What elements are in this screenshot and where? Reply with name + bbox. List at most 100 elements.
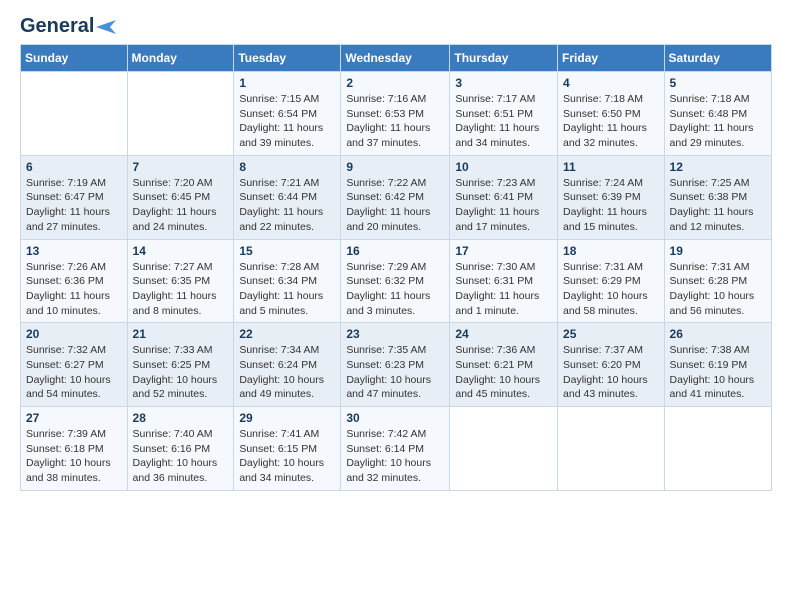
col-header-friday: Friday [558,45,665,72]
day-number: 11 [563,160,659,174]
day-number: 29 [239,411,335,425]
day-cell [450,407,558,491]
day-info: Sunrise: 7:19 AM Sunset: 6:47 PM Dayligh… [26,176,122,235]
col-header-saturday: Saturday [664,45,771,72]
day-number: 21 [133,327,229,341]
day-info: Sunrise: 7:22 AM Sunset: 6:42 PM Dayligh… [346,176,444,235]
day-info: Sunrise: 7:20 AM Sunset: 6:45 PM Dayligh… [133,176,229,235]
day-cell [21,72,128,156]
day-number: 8 [239,160,335,174]
day-cell: 30 Sunrise: 7:42 AM Sunset: 6:14 PM Dayli… [341,407,450,491]
logo-general-text: General [20,15,94,37]
day-cell: 29 Sunrise: 7:41 AM Sunset: 6:15 PM Dayli… [234,407,341,491]
day-number: 15 [239,244,335,258]
day-number: 27 [26,411,122,425]
day-cell: 16 Sunrise: 7:29 AM Sunset: 6:32 PM Dayli… [341,239,450,323]
day-info: Sunrise: 7:26 AM Sunset: 6:36 PM Dayligh… [26,260,122,319]
week-row-5: 27Sunrise: 7:39 AM Sunset: 6:18 PM Dayli… [21,407,772,491]
day-cell: 14Sunrise: 7:27 AM Sunset: 6:35 PM Dayli… [127,239,234,323]
day-number: 10 [455,160,552,174]
day-cell: 12 Sunrise: 7:25 AM Sunset: 6:38 PM Dayli… [664,155,771,239]
day-cell: 1 Sunrise: 7:15 AM Sunset: 6:54 PM Daylig… [234,72,341,156]
day-info: Sunrise: 7:36 AM Sunset: 6:21 PM Dayligh… [455,343,552,402]
day-cell: 18Sunrise: 7:31 AM Sunset: 6:29 PM Dayli… [558,239,665,323]
day-number: 30 [346,411,444,425]
day-number: 4 [563,76,659,90]
page-header: General [20,16,772,36]
day-info: Sunrise: 7:40 AM Sunset: 6:16 PM Dayligh… [133,427,229,486]
day-number: 17 [455,244,552,258]
day-info: Sunrise: 7:42 AM Sunset: 6:14 PM Dayligh… [346,427,444,486]
day-number: 23 [346,327,444,341]
day-info: Sunrise: 7:24 AM Sunset: 6:39 PM Dayligh… [563,176,659,235]
day-cell: 11 Sunrise: 7:24 AM Sunset: 6:39 PM Dayli… [558,155,665,239]
col-header-monday: Monday [127,45,234,72]
day-info: Sunrise: 7:16 AM Sunset: 6:53 PM Dayligh… [346,92,444,151]
day-number: 7 [133,160,229,174]
day-info: Sunrise: 7:17 AM Sunset: 6:51 PM Dayligh… [455,92,552,151]
day-info: Sunrise: 7:25 AM Sunset: 6:38 PM Dayligh… [670,176,766,235]
day-info: Sunrise: 7:27 AM Sunset: 6:35 PM Dayligh… [133,260,229,319]
day-cell: 10Sunrise: 7:23 AM Sunset: 6:41 PM Dayli… [450,155,558,239]
week-row-3: 13 Sunrise: 7:26 AM Sunset: 6:36 PM Dayli… [21,239,772,323]
day-info: Sunrise: 7:15 AM Sunset: 6:54 PM Dayligh… [239,92,335,151]
calendar-header: SundayMondayTuesdayWednesdayThursdayFrid… [21,45,772,72]
day-cell: 24 Sunrise: 7:36 AM Sunset: 6:21 PM Dayli… [450,323,558,407]
day-info: Sunrise: 7:32 AM Sunset: 6:27 PM Dayligh… [26,343,122,402]
day-cell: 21 Sunrise: 7:33 AM Sunset: 6:25 PM Dayli… [127,323,234,407]
day-number: 26 [670,327,766,341]
day-info: Sunrise: 7:31 AM Sunset: 6:29 PM Dayligh… [563,260,659,319]
day-cell: 3Sunrise: 7:17 AM Sunset: 6:51 PM Daylig… [450,72,558,156]
day-cell: 22 Sunrise: 7:34 AM Sunset: 6:24 PM Dayli… [234,323,341,407]
day-info: Sunrise: 7:37 AM Sunset: 6:20 PM Dayligh… [563,343,659,402]
day-number: 19 [670,244,766,258]
day-cell: 27Sunrise: 7:39 AM Sunset: 6:18 PM Dayli… [21,407,128,491]
day-number: 9 [346,160,444,174]
day-info: Sunrise: 7:33 AM Sunset: 6:25 PM Dayligh… [133,343,229,402]
day-cell: 20 Sunrise: 7:32 AM Sunset: 6:27 PM Dayli… [21,323,128,407]
day-cell: 28 Sunrise: 7:40 AM Sunset: 6:16 PM Dayli… [127,407,234,491]
day-number: 12 [670,160,766,174]
day-cell [664,407,771,491]
calendar-table: SundayMondayTuesdayWednesdayThursdayFrid… [20,44,772,491]
day-cell: 5 Sunrise: 7:18 AM Sunset: 6:48 PM Daylig… [664,72,771,156]
day-info: Sunrise: 7:34 AM Sunset: 6:24 PM Dayligh… [239,343,335,402]
logo-bird-icon [94,18,116,36]
day-cell [127,72,234,156]
day-info: Sunrise: 7:31 AM Sunset: 6:28 PM Dayligh… [670,260,766,319]
day-number: 22 [239,327,335,341]
day-number: 28 [133,411,229,425]
day-info: Sunrise: 7:38 AM Sunset: 6:19 PM Dayligh… [670,343,766,402]
day-info: Sunrise: 7:29 AM Sunset: 6:32 PM Dayligh… [346,260,444,319]
day-info: Sunrise: 7:41 AM Sunset: 6:15 PM Dayligh… [239,427,335,486]
day-number: 13 [26,244,122,258]
day-info: Sunrise: 7:30 AM Sunset: 6:31 PM Dayligh… [455,260,552,319]
day-number: 16 [346,244,444,258]
col-header-sunday: Sunday [21,45,128,72]
day-cell: 8 Sunrise: 7:21 AM Sunset: 6:44 PM Daylig… [234,155,341,239]
day-cell: 6Sunrise: 7:19 AM Sunset: 6:47 PM Daylig… [21,155,128,239]
day-info: Sunrise: 7:28 AM Sunset: 6:34 PM Dayligh… [239,260,335,319]
col-header-thursday: Thursday [450,45,558,72]
day-cell: 23 Sunrise: 7:35 AM Sunset: 6:23 PM Dayli… [341,323,450,407]
day-cell: 25Sunrise: 7:37 AM Sunset: 6:20 PM Dayli… [558,323,665,407]
day-number: 1 [239,76,335,90]
week-row-2: 6Sunrise: 7:19 AM Sunset: 6:47 PM Daylig… [21,155,772,239]
day-number: 24 [455,327,552,341]
day-info: Sunrise: 7:35 AM Sunset: 6:23 PM Dayligh… [346,343,444,402]
day-number: 5 [670,76,766,90]
week-row-1: 1 Sunrise: 7:15 AM Sunset: 6:54 PM Daylig… [21,72,772,156]
day-cell: 7 Sunrise: 7:20 AM Sunset: 6:45 PM Daylig… [127,155,234,239]
col-header-wednesday: Wednesday [341,45,450,72]
day-cell: 26 Sunrise: 7:38 AM Sunset: 6:19 PM Dayli… [664,323,771,407]
day-number: 20 [26,327,122,341]
day-cell: 13 Sunrise: 7:26 AM Sunset: 6:36 PM Dayli… [21,239,128,323]
day-info: Sunrise: 7:18 AM Sunset: 6:48 PM Dayligh… [670,92,766,151]
logo: General [20,16,116,36]
day-cell: 2 Sunrise: 7:16 AM Sunset: 6:53 PM Daylig… [341,72,450,156]
day-info: Sunrise: 7:21 AM Sunset: 6:44 PM Dayligh… [239,176,335,235]
day-number: 2 [346,76,444,90]
day-cell [558,407,665,491]
week-row-4: 20 Sunrise: 7:32 AM Sunset: 6:27 PM Dayli… [21,323,772,407]
day-cell: 19 Sunrise: 7:31 AM Sunset: 6:28 PM Dayli… [664,239,771,323]
